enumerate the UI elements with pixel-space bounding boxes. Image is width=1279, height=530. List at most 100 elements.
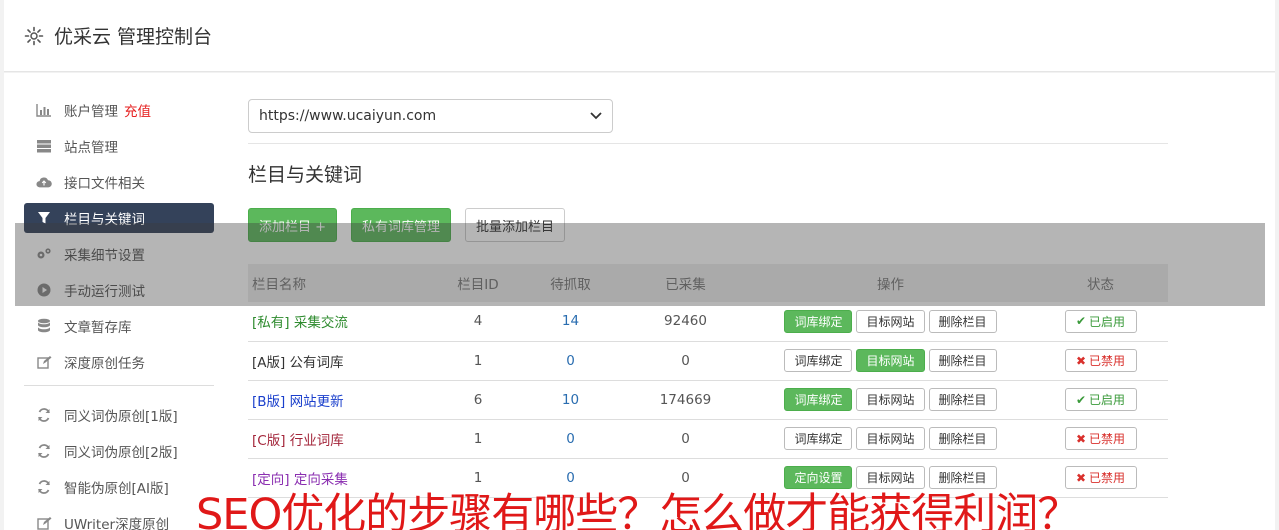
column-name-label: [B版] 网站更新: [252, 393, 344, 410]
cloud-upload-icon: [36, 174, 52, 190]
row-status: ✖ 已禁用: [1033, 341, 1168, 380]
sidebar-item-ai-rewrite[interactable]: 智能伪原创[AI版]: [24, 472, 214, 502]
server-icon: [36, 138, 52, 154]
top-bar: 优采云 管理控制台: [4, 0, 1275, 72]
status-toggle[interactable]: ✖ 已禁用: [1064, 427, 1137, 450]
row-status: ✔ 已启用: [1033, 380, 1168, 419]
divider: [248, 143, 1168, 144]
sidebar-item-label: 接口文件相关: [64, 176, 145, 192]
pending-value: 0: [566, 352, 575, 369]
sidebar-item-account[interactable]: 账户管理 充值: [24, 95, 214, 125]
row-actions: 词库绑定 目标网站 删除栏目: [748, 302, 1033, 341]
table-row: [C版] 行业词库 1 0 0 词库绑定 目标网站 删除栏目 ✖ 已禁用: [248, 419, 1168, 458]
column-id: 6: [473, 391, 483, 408]
pending-count: 0: [518, 341, 623, 380]
gear-icon: [24, 26, 44, 45]
table-row: [A版] 公有词库 1 0 0 词库绑定 目标网站 删除栏目 ✖ 已禁用: [248, 341, 1168, 380]
refresh-icon: [36, 407, 52, 423]
pending-count: 14: [518, 302, 623, 341]
status-toggle[interactable]: ✔ 已启用: [1064, 309, 1137, 333]
status-label: 已启用: [1089, 393, 1126, 407]
sidebar-item-label: 同义词伪原创[1版]: [64, 409, 178, 425]
status-toggle[interactable]: ✔ 已启用: [1064, 388, 1137, 411]
edit-icon: [36, 515, 52, 530]
refresh-icon: [36, 443, 52, 459]
pending-count: 10: [518, 380, 623, 419]
column-name[interactable]: [私有] 采集交流: [248, 302, 438, 341]
target-site-button[interactable]: 目标网站: [856, 309, 925, 333]
sidebar-item-site[interactable]: 站点管理: [24, 131, 214, 161]
status-label: 已禁用: [1089, 471, 1126, 485]
sidebar: 账户管理 充值 站点管理 接口文件相关 栏目与关键词 采集细节设置 手动运行测试…: [24, 95, 214, 530]
sidebar-item-label: 同义词伪原创[2版]: [64, 445, 178, 461]
column-name[interactable]: [C版] 行业词库: [248, 419, 438, 458]
target-site-button[interactable]: 目标网站: [856, 388, 925, 411]
column-name-label: [C版] 行业词库: [252, 432, 344, 449]
chevron-down-icon: [590, 112, 602, 120]
status-label: 已禁用: [1089, 432, 1126, 446]
sidebar-divider: [24, 385, 214, 386]
database-icon: [36, 318, 52, 334]
collected-count: 0: [681, 352, 690, 369]
pending-count: 0: [518, 419, 623, 458]
bar-chart-icon: [36, 102, 52, 118]
check-icon: ✔: [1075, 392, 1087, 407]
target-site-button[interactable]: 目标网站: [856, 349, 925, 372]
pending-value: 0: [566, 430, 575, 447]
column-name[interactable]: [B版] 网站更新: [248, 380, 438, 419]
delete-column-button[interactable]: 删除栏目: [928, 349, 997, 372]
column-name-label: [私有] 采集交流: [252, 315, 348, 332]
delete-column-button[interactable]: 删除栏目: [928, 388, 997, 411]
sidebar-item-interface[interactable]: 接口文件相关: [24, 167, 214, 197]
lexicon-bind-button[interactable]: 词库绑定: [784, 388, 853, 411]
status-label: 已启用: [1089, 314, 1126, 329]
pending-value: 10: [561, 391, 580, 408]
sidebar-item-article-store[interactable]: 文章暂存库: [24, 311, 214, 341]
row-status: ✔ 已启用: [1033, 302, 1168, 341]
delete-column-button[interactable]: 删除栏目: [928, 427, 997, 450]
row-actions: 词库绑定 目标网站 删除栏目: [748, 380, 1033, 419]
close-icon: ✖: [1075, 353, 1087, 368]
column-id: 1: [473, 430, 483, 447]
table-row: [私有] 采集交流 4 14 92460 词库绑定 目标网站 删除栏目 ✔ 已启用: [248, 302, 1168, 341]
sidebar-item-label: 智能伪原创[AI版]: [64, 481, 169, 497]
sidebar-item-label: 文章暂存库: [64, 320, 132, 336]
column-name[interactable]: [A版] 公有词库: [248, 341, 438, 380]
row-status: ✖ 已禁用: [1033, 419, 1168, 458]
column-id: 1: [473, 352, 483, 369]
lexicon-bind-button[interactable]: 词库绑定: [784, 309, 853, 333]
edit-icon: [36, 354, 52, 370]
target-site-button[interactable]: 目标网站: [856, 427, 925, 450]
app-title: 优采云 管理控制台: [54, 26, 213, 48]
check-icon: ✔: [1075, 314, 1087, 329]
sidebar-item-uwriter[interactable]: UWriter深度原创: [24, 508, 214, 530]
row-actions: 词库绑定 目标网站 删除栏目: [748, 341, 1033, 380]
recharge-link[interactable]: 充值: [124, 100, 151, 120]
status-toggle[interactable]: ✖ 已禁用: [1064, 349, 1137, 372]
overlay-band: [15, 223, 1265, 306]
lexicon-bind-button[interactable]: 词库绑定: [784, 349, 853, 372]
collected-count: 0: [681, 430, 690, 447]
status-label: 已禁用: [1089, 354, 1126, 368]
table-row: [B版] 网站更新 6 10 174669 词库绑定 目标网站 删除栏目 ✔ 已启用: [248, 380, 1168, 419]
sidebar-item-label: UWriter深度原创: [64, 517, 170, 530]
column-id: 4: [473, 313, 483, 330]
close-icon: ✖: [1075, 431, 1087, 446]
sidebar-item-label: 站点管理: [64, 140, 118, 156]
sidebar-item-deep-original[interactable]: 深度原创任务: [24, 347, 214, 377]
pending-value: 14: [561, 313, 580, 330]
sidebar-item-label: 深度原创任务: [64, 356, 145, 372]
sidebar-item-label: 账户管理: [64, 104, 118, 120]
refresh-icon: [36, 479, 52, 495]
sidebar-item-synonym-v2[interactable]: 同义词伪原创[2版]: [24, 436, 214, 466]
site-select-value: https://www.ucaiyun.com: [259, 108, 437, 124]
lexicon-bind-button[interactable]: 词库绑定: [784, 427, 853, 450]
page-title: 栏目与关键词: [248, 164, 363, 186]
column-name-label: [A版] 公有词库: [252, 354, 344, 371]
delete-column-button[interactable]: 删除栏目: [928, 309, 997, 333]
sidebar-item-synonym-v1[interactable]: 同义词伪原创[1版]: [24, 400, 214, 430]
caption-text: SEO优化的步骤有哪些？怎么做才能获得利润？: [196, 490, 1080, 530]
collected-count: 174669: [659, 391, 712, 408]
collected-count: 92460: [664, 313, 707, 330]
site-select[interactable]: https://www.ucaiyun.com: [248, 99, 613, 133]
